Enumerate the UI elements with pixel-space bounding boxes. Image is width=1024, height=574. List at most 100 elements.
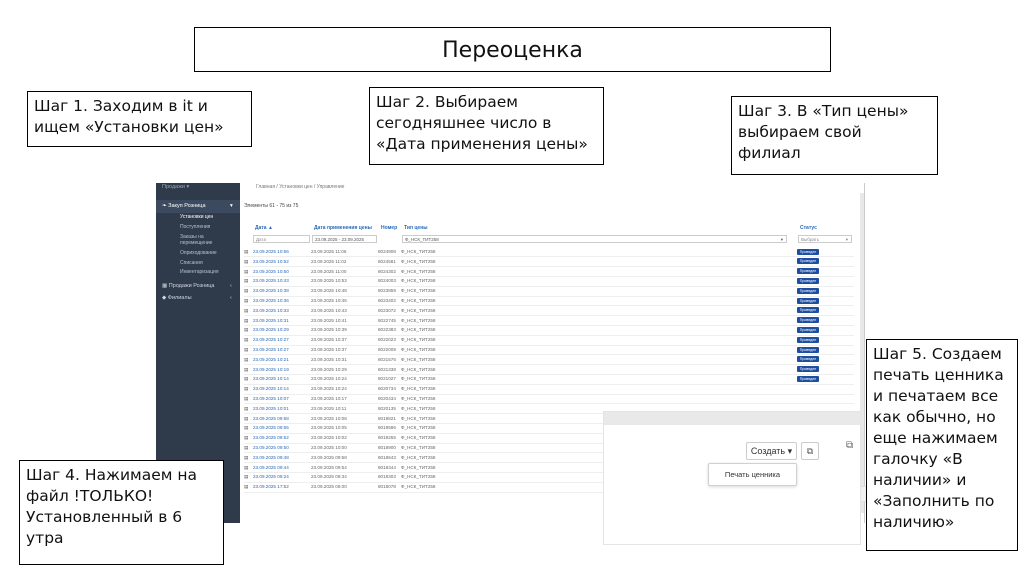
status-badge: Проведен — [797, 258, 819, 265]
row-date-link[interactable]: 23.09.2025 09:48 — [253, 453, 289, 462]
row-number: 8022745 — [378, 317, 396, 323]
row-date-link[interactable]: 23.09.2025 17:52 — [253, 482, 289, 491]
row-apply-date: 23.09.2025 10:24 — [311, 376, 347, 382]
row-number: 8020135 — [378, 405, 396, 411]
row-price-type: Ф_НСК_ТИТ258 — [401, 435, 436, 441]
price-type-filter-value: Ф_НСК_ТИТ258 — [405, 237, 439, 242]
sidebar-item-retail-sales[interactable]: ▦ Продажи Розница ‹ — [162, 283, 232, 289]
row-apply-date: 23.09.2025 10:39 — [311, 327, 347, 333]
row-apply-date: 23.09.2025 10:08 — [311, 415, 347, 421]
row-date-link[interactable]: 23.09.2025 10:27 — [253, 335, 289, 344]
row-date-link[interactable]: 23.09.2025 10:33 — [253, 306, 289, 315]
document-icon: ▤ — [244, 376, 249, 382]
row-date-link[interactable]: 23.09.2025 10:27 — [253, 345, 289, 354]
row-apply-date: 23.09.2025 10:37 — [311, 337, 347, 343]
column-header-status[interactable]: Статус — [800, 225, 817, 231]
row-number: 8018344 — [378, 464, 396, 470]
status-filter-value: Выбрать — [801, 237, 820, 242]
row-number: 8020734 — [378, 386, 396, 392]
row-apply-date: 23.09.2025 10:46 — [311, 298, 347, 303]
sidebar-item-retail-purchase[interactable]: ❧ Закуп Розница ▾ — [162, 203, 233, 209]
row-number: 8021027 — [378, 376, 396, 382]
row-date-link[interactable]: 23.09.2025 10:52 — [253, 257, 289, 266]
row-date-link[interactable]: 23.09.2025 10:07 — [253, 394, 289, 403]
row-price-type: Ф_НСК_ТИТ258 — [401, 454, 436, 460]
apply-date-filter-input[interactable]: 23.09.2025 - 23.09.2025 — [312, 235, 377, 243]
step-2-callout: Шаг 2. Выбираем сегодняшнее число в «Дат… — [369, 87, 604, 165]
row-date-link[interactable]: 23.09.2025 10:14 — [253, 374, 289, 383]
row-date-link[interactable]: 23.09.2025 09:24 — [253, 472, 289, 481]
row-price-type: Ф_НСК_ТИТ258 — [401, 425, 436, 431]
status-badge: Проведен — [797, 277, 819, 284]
copy-icon[interactable]: ⧉ — [846, 440, 853, 451]
row-date-link[interactable]: 23.09.2025 10:21 — [253, 355, 289, 364]
document-icon: ▤ — [244, 396, 249, 401]
row-apply-date: 23.09.2025 10:17 — [311, 396, 347, 401]
row-date-link[interactable]: 23.09.2025 09:52 — [253, 433, 289, 442]
row-price-type: Ф_НСК_ТИТ258 — [401, 386, 436, 392]
row-date-link[interactable]: 23.09.2025 10:31 — [253, 316, 289, 325]
sidebar-item-branches[interactable]: ◆ Филиалы ‹ — [162, 295, 232, 301]
sidebar-item-inventory[interactable]: Инвентаризация — [180, 269, 219, 275]
row-number: 8024581 — [378, 258, 396, 264]
status-badge: Проведен — [797, 297, 819, 304]
row-date-link[interactable]: 23.09.2025 09:50 — [253, 443, 289, 452]
create-button[interactable]: Создать ▾ — [746, 442, 797, 460]
date-filter-input[interactable]: Дата — [253, 235, 310, 243]
step-4-callout: Шаг 4. Нажимаем на файл !ТОЛЬКО! Установ… — [19, 460, 224, 565]
document-icon: ▤ — [244, 278, 249, 284]
column-header-number[interactable]: Номер — [381, 225, 397, 231]
document-icon: ▤ — [244, 307, 249, 313]
row-date-link[interactable]: 23.09.2025 10:14 — [253, 384, 289, 393]
sidebar-item-price-settings[interactable]: Установки цен — [180, 214, 213, 220]
row-apply-date: 23.09.2025 10:29 — [311, 366, 347, 372]
row-date-link[interactable]: 23.09.2025 10:01 — [253, 404, 289, 413]
row-date-link[interactable]: 23.09.2025 10:43 — [253, 276, 289, 285]
chevron-down-icon: ▾ — [845, 237, 848, 242]
create-dropdown-menu: Печать ценника — [708, 463, 797, 486]
sidebar-item-posting[interactable]: Оприходование — [180, 250, 217, 256]
column-header-apply-date[interactable]: Дата применения цены — [314, 225, 372, 231]
document-icon: ▤ — [244, 337, 249, 343]
document-icon: ▤ — [244, 356, 249, 362]
document-icon: ▤ — [244, 435, 249, 441]
row-date-link[interactable]: 23.09.2025 09:55 — [253, 423, 289, 432]
row-date-link[interactable]: 23.09.2025 10:38 — [253, 286, 289, 295]
column-header-date[interactable]: Дата ▲ — [255, 225, 273, 231]
row-number: 8020434 — [378, 396, 396, 401]
row-date-link[interactable]: 23.09.2025 10:36 — [253, 296, 289, 305]
chevron-down-icon: ▾ — [780, 237, 783, 242]
row-number: 8023402 — [378, 298, 396, 303]
row-date-link[interactable]: 23.09.2025 10:29 — [253, 325, 289, 334]
row-date-link[interactable]: 23.09.2025 10:50 — [253, 267, 289, 276]
sidebar-item-receipts[interactable]: Поступления — [180, 224, 210, 230]
status-badge: Проведен — [797, 287, 819, 294]
sidebar-item-sales-top[interactable]: Продажи ▾ — [162, 184, 189, 190]
row-price-type: Ф_НСК_ТИТ258 — [401, 278, 436, 284]
copy-icon[interactable]: ⧉ — [801, 442, 819, 460]
breadcrumb: Главная / Установки цен / Управление — [256, 184, 345, 190]
status-badge: Проведен — [797, 317, 819, 324]
row-apply-date: 23.09.2025 10:02 — [311, 435, 347, 441]
document-icon: ▤ — [244, 347, 249, 352]
sidebar-section-label: Закуп Розница — [168, 203, 206, 209]
chevron-left-icon: ‹ — [230, 295, 232, 301]
column-header-price-type[interactable]: Тип цены — [404, 225, 428, 231]
row-date-link[interactable]: 23.09.2025 09:58 — [253, 414, 289, 423]
status-filter-select[interactable]: Выбрать ▾ — [798, 235, 852, 243]
slide-title: Переоценка — [194, 27, 831, 72]
document-icon: ▤ — [244, 484, 249, 490]
menu-item-print-price-tag[interactable]: Печать ценника — [709, 464, 796, 485]
document-icon: ▤ — [244, 445, 249, 450]
price-type-filter-select[interactable]: Ф_НСК_ТИТ258 ▾ — [402, 235, 787, 243]
sidebar-item-transfer-orders-2[interactable]: перемещение — [180, 240, 212, 246]
row-apply-date: 23.09.2025 10:41 — [311, 317, 347, 323]
sidebar-item-writeoffs[interactable]: Списания — [180, 260, 203, 266]
row-price-type: Ф_НСК_ТИТ258 — [401, 484, 436, 490]
row-apply-date: 23.09.2025 06:00 — [311, 484, 347, 490]
sidebar-branches-label: Филиалы — [167, 295, 192, 301]
row-date-link[interactable]: 23.09.2025 09:44 — [253, 463, 289, 472]
row-date-link[interactable]: 23.09.2025 10:56 — [253, 247, 289, 256]
row-date-link[interactable]: 23.09.2025 10:19 — [253, 365, 289, 374]
row-price-type: Ф_НСК_ТИТ258 — [401, 405, 436, 411]
